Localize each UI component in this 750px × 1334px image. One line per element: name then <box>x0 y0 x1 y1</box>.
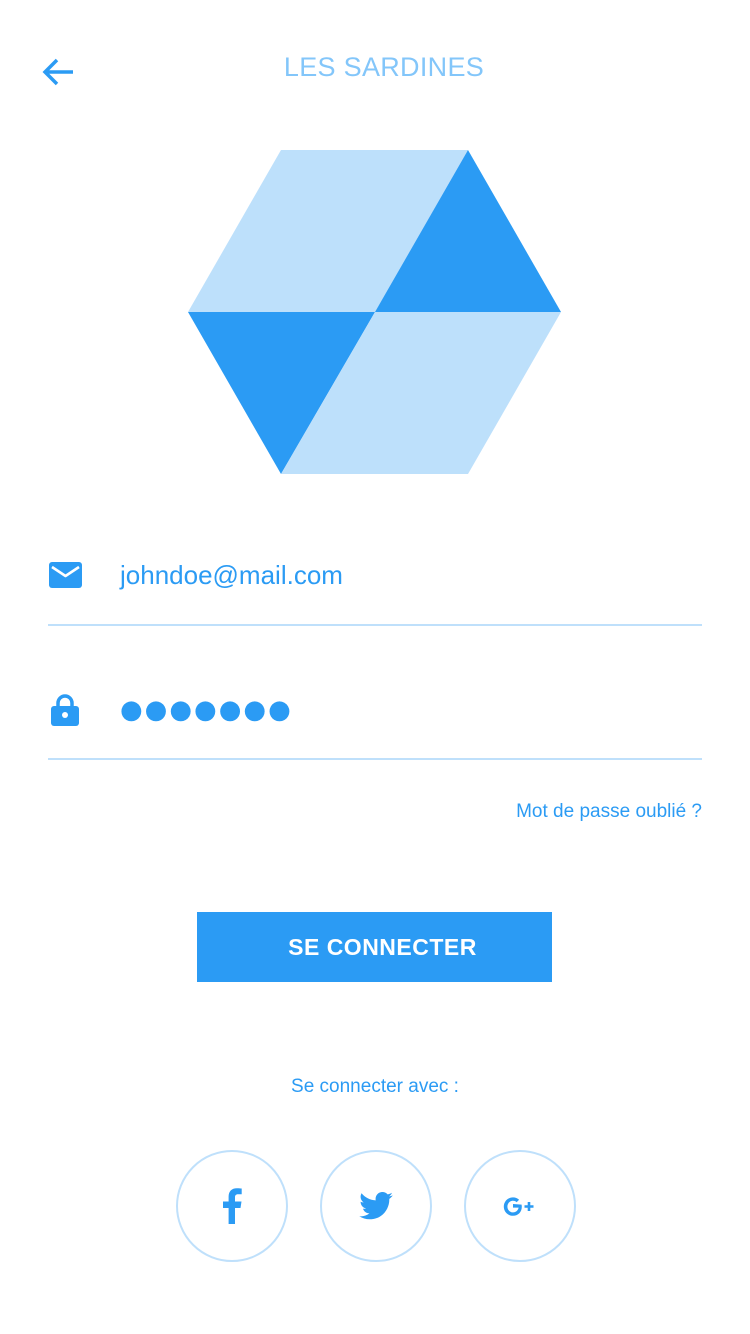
lock-icon <box>48 693 82 727</box>
social-caption: Se connecter avec : <box>291 1076 459 1097</box>
google-plus-login-button[interactable] <box>464 1150 576 1262</box>
login-button[interactable]: SE CONNECTER <box>197 912 552 982</box>
hexagon-cube-logo <box>188 150 561 474</box>
password-input[interactable]: ●●●●●●● <box>120 695 293 725</box>
page-title: LES SARDINES <box>283 52 485 82</box>
facebook-login-button[interactable] <box>176 1150 288 1262</box>
email-divider <box>48 624 702 626</box>
google-plus-icon <box>503 1197 534 1216</box>
twitter-icon <box>359 1192 393 1220</box>
forgot-password-link[interactable]: Mot de passe oublié ? <box>516 801 702 823</box>
email-input[interactable]: johndoe@mail.com <box>120 560 343 591</box>
facebook-icon <box>223 1188 242 1224</box>
password-divider <box>48 758 702 760</box>
password-field[interactable]: ●●●●●●● <box>48 680 702 740</box>
envelope-icon <box>48 558 82 592</box>
email-field[interactable]: johndoe@mail.com <box>48 545 702 605</box>
twitter-login-button[interactable] <box>320 1150 432 1262</box>
